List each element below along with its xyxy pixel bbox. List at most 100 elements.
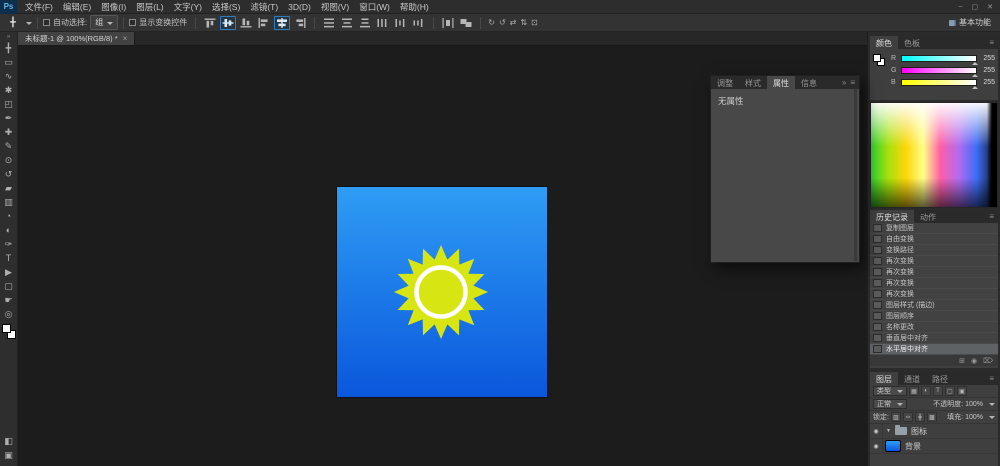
color-swatches[interactable] [2, 324, 16, 339]
eraser-tool[interactable]: ▰ [0, 181, 17, 195]
blur-tool[interactable]: ◔ [0, 209, 17, 223]
dodge-tool[interactable]: ◐ [0, 223, 17, 237]
tab-swatches[interactable]: 色板 [898, 36, 926, 49]
path-selection-tool[interactable]: ▶ [0, 265, 17, 279]
history-step[interactable]: 名称更改 [870, 322, 998, 333]
minimize-button[interactable]: – [959, 3, 963, 11]
history-step[interactable]: 再次变换 [870, 256, 998, 267]
align-top-icon[interactable] [202, 16, 218, 30]
document-tab[interactable]: 未标题-1 @ 100%(RGB/8) * × [18, 32, 135, 45]
3d-rotate-icon[interactable]: ↻ [488, 18, 495, 27]
new-document-from-state-icon[interactable]: ⊞ [959, 357, 965, 365]
gradient-tool[interactable]: ▥ [0, 195, 17, 209]
expand-group-icon[interactable]: ▼ [886, 428, 891, 434]
distribute-bottom-icon[interactable] [357, 16, 373, 30]
current-tool-icon[interactable]: ╋ [4, 17, 22, 28]
align-right-icon[interactable] [292, 16, 308, 30]
menu-image[interactable]: 图像(I) [96, 0, 131, 14]
history-step-selected[interactable]: 水平居中对齐 [870, 344, 998, 355]
layer-row[interactable]: ◉ 背景 [870, 439, 998, 454]
distribute-spacing-icon[interactable] [440, 16, 456, 30]
3d-roll-icon[interactable]: ↺ [499, 18, 506, 27]
history-step[interactable]: 再次变换 [870, 278, 998, 289]
filter-smart-objects-icon[interactable]: ▣ [957, 386, 967, 396]
collapse-tools-icon[interactable]: » [7, 33, 10, 41]
distribute-left-icon[interactable] [375, 16, 391, 30]
history-step[interactable]: 垂直居中对齐 [870, 333, 998, 344]
tab-styles[interactable]: 样式 [739, 76, 767, 89]
align-bottom-icon[interactable] [238, 16, 254, 30]
history-step[interactable]: 变换路径 [870, 245, 998, 256]
fill-value[interactable]: 100% [965, 414, 983, 421]
panel-menu-icon[interactable]: ≡ [989, 212, 994, 221]
tab-info[interactable]: 信息 [795, 76, 823, 89]
fill-caret-icon[interactable] [989, 416, 995, 422]
filter-type-layers-icon[interactable]: T [933, 386, 943, 396]
blue-slider[interactable] [901, 79, 977, 86]
tab-layers[interactable]: 图层 [870, 372, 898, 385]
healing-brush-tool[interactable]: ✚ [0, 125, 17, 139]
close-tab-icon[interactable]: × [123, 34, 128, 43]
layer-name[interactable]: 背景 [905, 441, 921, 452]
history-step[interactable]: 复制图层 [870, 223, 998, 234]
crop-tool[interactable]: ◰ [0, 97, 17, 111]
artboard[interactable] [337, 187, 547, 397]
red-slider[interactable] [901, 55, 977, 62]
move-tool[interactable]: ╋ [0, 41, 17, 55]
history-step[interactable]: 图层样式 (描边) [870, 300, 998, 311]
3d-scale-icon[interactable]: ⊡ [531, 18, 538, 27]
visibility-eye-icon[interactable]: ◉ [870, 439, 883, 453]
filter-adjustment-layers-icon[interactable]: ◐ [921, 386, 931, 396]
menu-edit[interactable]: 编辑(E) [58, 0, 96, 14]
lasso-tool[interactable]: ∿ [0, 69, 17, 83]
lock-position-icon[interactable]: ╋ [915, 412, 925, 422]
eyedropper-tool[interactable]: ✒ [0, 111, 17, 125]
color-spectrum[interactable] [871, 103, 997, 207]
brush-tool[interactable]: ✎ [0, 139, 17, 153]
lock-image-pixels-icon[interactable]: ✑ [903, 412, 913, 422]
3d-slide-icon[interactable]: ⇅ [520, 18, 527, 27]
show-transform-checkbox[interactable] [129, 19, 136, 26]
distribute-top-icon[interactable] [321, 16, 337, 30]
group-name[interactable]: 图标 [911, 426, 927, 437]
zoom-tool[interactable]: ◎ [0, 307, 17, 321]
history-step[interactable]: 再次变换 [870, 289, 998, 300]
workspace-switcher[interactable]: ▦ 基本功能 [948, 17, 1000, 28]
delete-state-icon[interactable]: ⌦ [983, 357, 993, 365]
pen-tool[interactable]: ✑ [0, 237, 17, 251]
red-value[interactable]: 255 [980, 55, 995, 62]
menu-view[interactable]: 视图(V) [316, 0, 354, 14]
menu-window[interactable]: 窗口(W) [354, 0, 395, 14]
auto-align-layers-icon[interactable] [458, 16, 474, 30]
menu-layer[interactable]: 图层(L) [131, 0, 168, 14]
menu-help[interactable]: 帮助(H) [395, 0, 434, 14]
green-slider[interactable] [901, 67, 977, 74]
tab-channels[interactable]: 通道 [898, 372, 926, 385]
auto-select-dropdown[interactable]: 组 [90, 15, 118, 30]
tab-properties[interactable]: 属性 [767, 76, 795, 89]
opacity-value[interactable]: 100% [965, 401, 983, 408]
quick-selection-tool[interactable]: ✱ [0, 83, 17, 97]
tab-history[interactable]: 历史记录 [870, 210, 914, 223]
tab-actions[interactable]: 动作 [914, 210, 942, 223]
history-step[interactable]: 自由变换 [870, 234, 998, 245]
type-tool[interactable]: T [0, 251, 17, 265]
maximize-button[interactable]: ▢ [972, 3, 979, 11]
tab-paths[interactable]: 路径 [926, 372, 954, 385]
history-brush-tool[interactable]: ↺ [0, 167, 17, 181]
menu-3d[interactable]: 3D(D) [283, 0, 316, 14]
lock-transparent-pixels-icon[interactable]: ▨ [891, 412, 901, 422]
menu-type[interactable]: 文字(Y) [169, 0, 207, 14]
layer-filter-dropdown[interactable]: 类型 [873, 386, 907, 396]
clone-stamp-tool[interactable]: ⊙ [0, 153, 17, 167]
menu-select[interactable]: 选择(S) [207, 0, 245, 14]
layer-group-row[interactable]: ◉ ▼ 图标 [870, 424, 998, 439]
panel-color-swatches[interactable] [873, 54, 888, 88]
rectangular-marquee-tool[interactable]: ▭ [0, 55, 17, 69]
blue-value[interactable]: 255 [980, 79, 995, 86]
lock-all-icon[interactable]: ▩ [927, 412, 937, 422]
foreground-color-swatch[interactable] [873, 54, 881, 62]
align-horizontal-centers-icon[interactable] [274, 16, 290, 30]
rectangle-tool[interactable]: ▢ [0, 279, 17, 293]
menu-filter[interactable]: 滤镜(T) [245, 0, 283, 14]
